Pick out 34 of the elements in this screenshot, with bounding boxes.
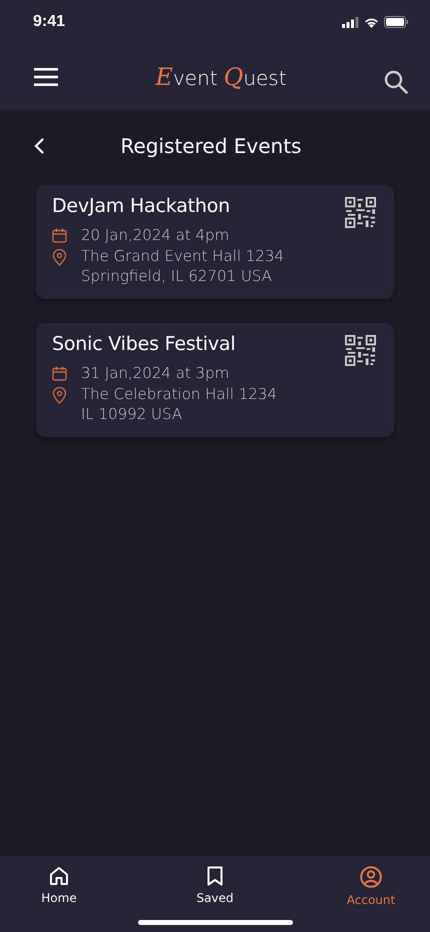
event-name: DevJam Hackathon [52, 195, 232, 217]
tab-bar-item[interactable]: Account [332, 866, 410, 908]
event-card[interactable]: DevJam Hackathon 20 Jan,2024 at 4pm The Grand Event Hall 1234 Springfield, IL 62701 USA [36, 185, 394, 299]
location-pin-icon [52, 387, 67, 404]
event-date: 31 Jan,2024 at 3pm [81, 363, 230, 383]
location-pin-icon [52, 249, 67, 266]
qr-code-icon[interactable] [345, 197, 376, 228]
app-logo: Event Quest [155, 63, 287, 91]
home-icon [49, 866, 69, 886]
calendar-icon [52, 366, 67, 381]
search-icon [384, 70, 408, 94]
menu-button[interactable] [34, 68, 58, 86]
search-button[interactable] [384, 70, 408, 94]
back-icon [34, 138, 44, 154]
battery-icon [384, 16, 408, 28]
signal-icon [342, 16, 359, 28]
back-button[interactable] [34, 138, 44, 154]
account-icon [360, 866, 382, 888]
page-title: Registered Events [120, 134, 302, 158]
qr-code-icon[interactable] [345, 335, 376, 366]
event-address-line: The Celebration Hall 1234 [81, 384, 277, 404]
menu-icon [34, 68, 58, 86]
calendar-icon [52, 228, 67, 243]
status-time: 9:41 [33, 13, 66, 31]
event-name: Sonic Vibes Festival [52, 333, 236, 355]
event-date: 20 Jan,2024 at 4pm [81, 225, 230, 245]
bookmark-icon [207, 866, 223, 886]
tab-bar-item[interactable]: Saved [176, 866, 254, 908]
event-address-line: IL 10992 USA [81, 404, 184, 424]
event-card[interactable]: Sonic Vibes Festival 31 Jan,2024 at 3pm The Celebration Hall 1234 IL 10992 USA [36, 323, 394, 437]
wifi-icon [364, 16, 379, 28]
event-address-line: The Grand Event Hall 1234 [81, 246, 284, 266]
tab-bar-item[interactable]: Home [20, 866, 98, 908]
event-address-line: Springfield, IL 62701 USA [81, 266, 273, 286]
